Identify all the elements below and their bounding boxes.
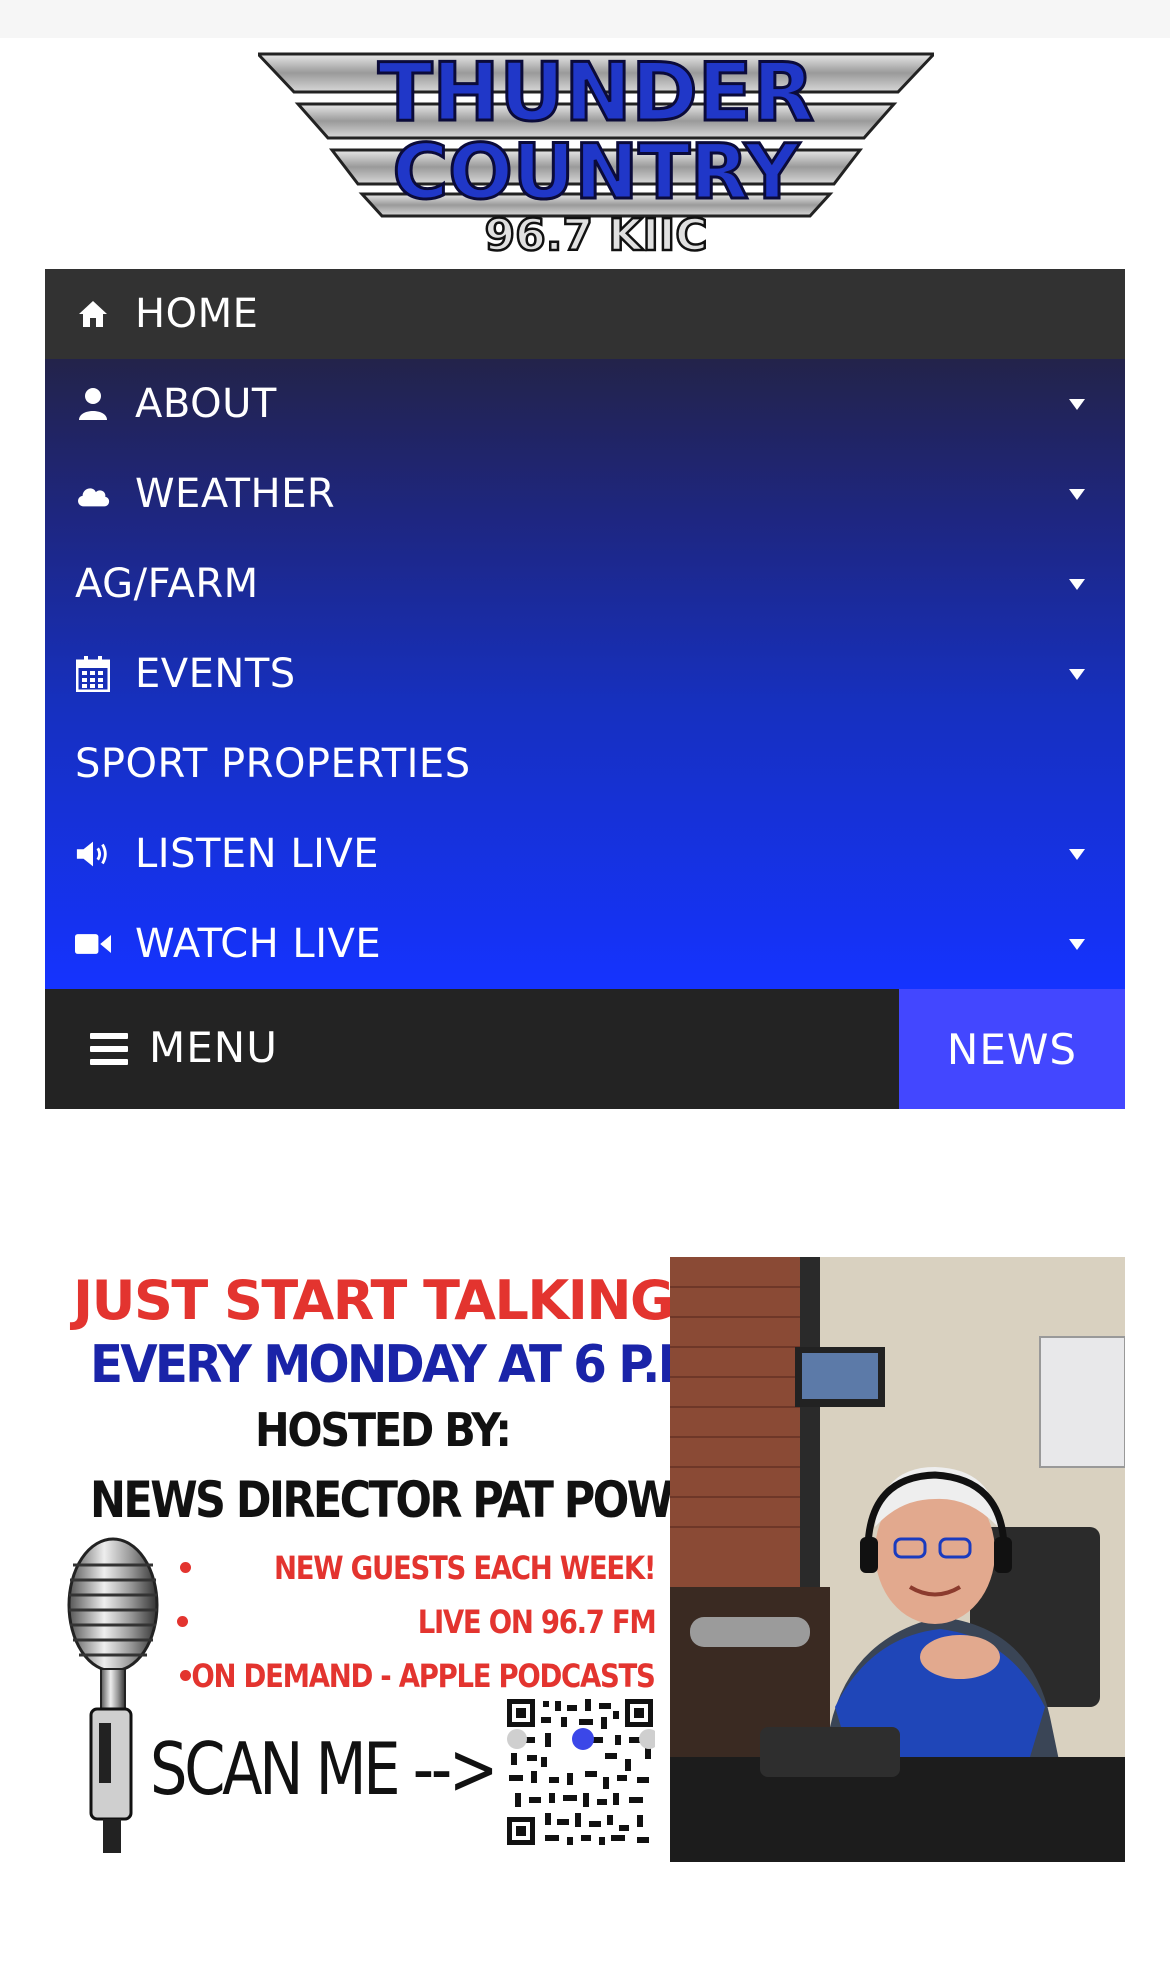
promo-hosted-by: HOSTED BY:	[255, 1403, 512, 1457]
browser-top-strip	[0, 0, 1170, 38]
promo-bullet-1: NEW GUESTS EACH WEEK!	[273, 1549, 656, 1587]
nav-label-ag-farm: AG/FARM	[75, 561, 259, 607]
promo-title: JUST START TALKING	[73, 1269, 674, 1332]
chevron-down-icon[interactable]	[1069, 669, 1085, 680]
nav-label-events: EVENTS	[135, 651, 296, 697]
nav-item-about[interactable]: ABOUT	[45, 359, 1125, 449]
news-button[interactable]: NEWS	[899, 989, 1125, 1109]
nav-label-listen-live: LISTEN LIVE	[135, 831, 380, 877]
logo-line2: COUNTRY	[393, 127, 801, 216]
promo-host: NEWS DIRECTOR PAT POWERS	[90, 1471, 760, 1529]
carousel-dot-active	[572, 1728, 594, 1750]
menu-bar: MENU NEWS	[45, 989, 1125, 1109]
nav-item-watch-live[interactable]: WATCH LIVE	[45, 899, 1125, 989]
logo-line3: 96.7 KIIC	[484, 210, 707, 258]
menu-button[interactable]: MENU	[45, 989, 899, 1109]
scan-me-text: SCAN ME -->	[150, 1727, 498, 1811]
qr-code-icon[interactable]	[505, 1697, 655, 1847]
cloud-icon	[75, 476, 111, 512]
bullet-dot	[180, 1562, 191, 1573]
nav-item-ag-farm[interactable]: AG/FARM	[45, 539, 1125, 629]
promo-banner[interactable]: JUST START TALKING EVERY MONDAY AT 6 P.M…	[45, 1257, 1125, 1862]
host-photo	[670, 1257, 1125, 1862]
calendar-icon	[75, 656, 111, 692]
chevron-down-icon[interactable]	[1069, 579, 1085, 590]
chevron-down-icon[interactable]	[1069, 399, 1085, 410]
nav-label-weather: WEATHER	[135, 471, 336, 517]
nav-label-watch-live: WATCH LIVE	[135, 921, 382, 967]
speaker-icon	[75, 836, 111, 872]
nav-item-sport-properties[interactable]: SPORT PROPERTIES	[45, 719, 1125, 809]
nav-item-home[interactable]: HOME	[45, 269, 1125, 359]
chevron-down-icon[interactable]	[1069, 849, 1085, 860]
hamburger-icon	[90, 1033, 128, 1065]
promo-text-panel: JUST START TALKING EVERY MONDAY AT 6 P.M…	[45, 1257, 760, 1862]
nav-item-listen-live[interactable]: LISTEN LIVE	[45, 809, 1125, 899]
carousel-dot	[507, 1729, 527, 1749]
promo-bullet-3: ON DEMAND - APPLE PODCASTS	[191, 1657, 656, 1695]
logo-line1: THUNDER	[378, 46, 814, 139]
promo-bullet-2: LIVE ON 96.7 FM	[417, 1603, 656, 1641]
promo-schedule: EVERY MONDAY AT 6 P.M.	[90, 1335, 721, 1395]
video-camera-icon	[75, 926, 111, 962]
chevron-down-icon[interactable]	[1069, 939, 1085, 950]
main-navigation: HOME ABOUT WEATHER AG/FARM EVENTS SPORT …	[45, 269, 1125, 989]
nav-label-about: ABOUT	[135, 381, 277, 427]
nav-list: ABOUT WEATHER AG/FARM EVENTS SPORT PROPE…	[45, 359, 1125, 989]
chevron-down-icon[interactable]	[1069, 489, 1085, 500]
thunder-country-logo[interactable]: THUNDER COUNTRY 96.7 KIIC	[258, 46, 934, 258]
home-icon	[75, 296, 111, 332]
nav-label-home: HOME	[135, 291, 259, 337]
menu-label: MENU	[149, 1023, 278, 1072]
user-icon	[75, 386, 111, 422]
nav-item-events[interactable]: EVENTS	[45, 629, 1125, 719]
nav-label-sport-properties: SPORT PROPERTIES	[75, 741, 471, 787]
bullet-dot	[177, 1616, 188, 1627]
bullet-dot	[180, 1670, 191, 1681]
nav-item-weather[interactable]: WEATHER	[45, 449, 1125, 539]
